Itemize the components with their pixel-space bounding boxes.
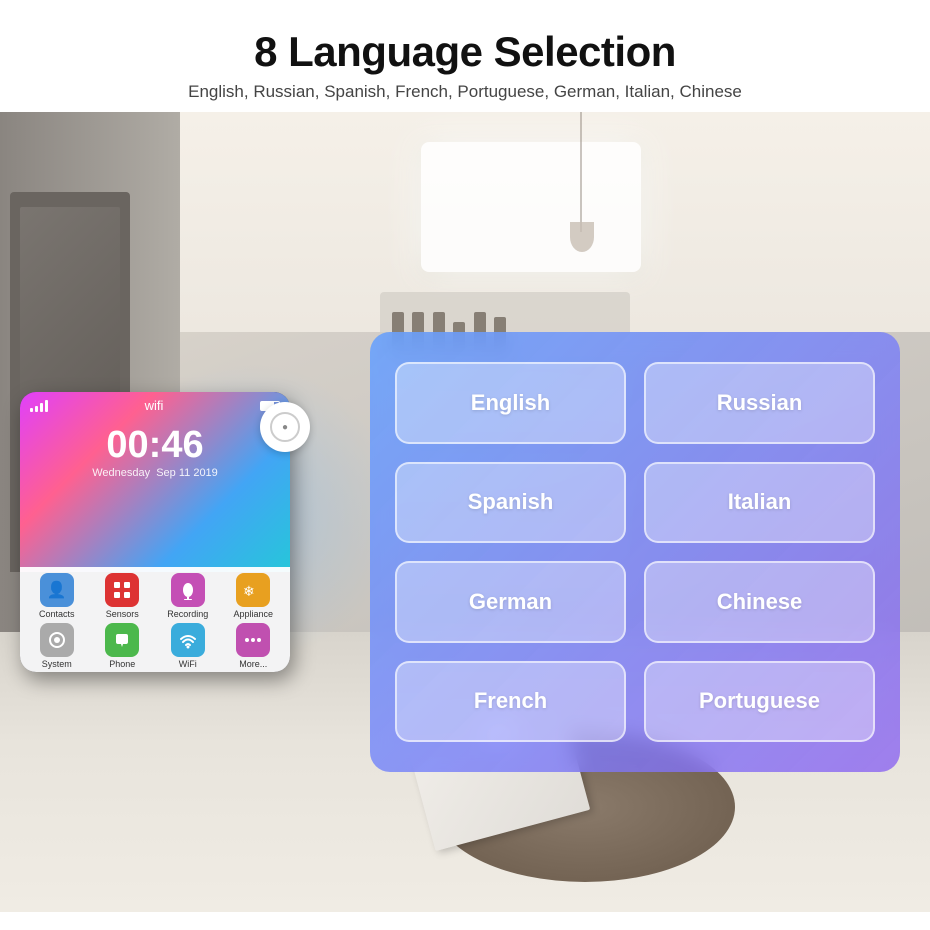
- lang-button-spanish[interactable]: Spanish: [395, 462, 626, 544]
- signal-indicator: [30, 400, 48, 412]
- app-label-wifi: WiFi: [179, 659, 197, 669]
- page-title: 8 Language Selection: [20, 28, 910, 76]
- page-header: 8 Language Selection English, Russian, S…: [0, 0, 930, 112]
- app-item-sensors[interactable]: Sensors: [92, 573, 154, 619]
- lang-button-portuguese[interactable]: Portuguese: [644, 661, 875, 743]
- wifi-icon: wifi: [145, 398, 164, 413]
- device-date: Wednesday Sep 11 2019: [20, 467, 290, 479]
- device-apps-grid: 👤 Contacts Sensors Recording ❄ Appliance Syste…: [20, 567, 290, 672]
- lang-button-french[interactable]: French: [395, 661, 626, 743]
- app-icon-more...: [236, 623, 270, 657]
- lang-button-italian[interactable]: Italian: [644, 462, 875, 544]
- app-label-recording: Recording: [167, 609, 208, 619]
- svg-text:❄: ❄: [243, 583, 255, 599]
- app-label-sensors: Sensors: [106, 609, 139, 619]
- wall-sensor-device: ●: [260, 402, 310, 452]
- app-icon-recording: [171, 573, 205, 607]
- app-item-wifi[interactable]: WiFi: [157, 623, 219, 669]
- lang-button-russian[interactable]: Russian: [644, 362, 875, 444]
- status-bar: wifi: [20, 392, 290, 419]
- lang-button-german[interactable]: German: [395, 561, 626, 643]
- lang-button-chinese[interactable]: Chinese: [644, 561, 875, 643]
- app-item-recording[interactable]: Recording: [157, 573, 219, 619]
- app-item-appliance[interactable]: ❄ Appliance: [223, 573, 285, 619]
- pendant-shade: [570, 222, 594, 252]
- app-label-phone: Phone: [109, 659, 135, 669]
- app-label-system: System: [42, 659, 72, 669]
- lang-button-english[interactable]: English: [395, 362, 626, 444]
- sensor-display: ●: [270, 412, 300, 442]
- app-icon-phone: [105, 623, 139, 657]
- app-icon-sensors: [105, 573, 139, 607]
- pendant-cord: [580, 112, 582, 232]
- app-label-more...: More...: [239, 659, 267, 669]
- scene: wifi 00:46 Wednesday Sep 11 2019 👤 Contac…: [0, 112, 930, 912]
- app-label-appliance: Appliance: [233, 609, 273, 619]
- app-label-contacts: Contacts: [39, 609, 75, 619]
- app-item-phone[interactable]: Phone: [92, 623, 154, 669]
- app-icon-contacts: 👤: [40, 573, 74, 607]
- app-item-more...[interactable]: More...: [223, 623, 285, 669]
- device-screen: wifi 00:46 Wednesday Sep 11 2019: [20, 392, 290, 572]
- app-icon-appliance: ❄: [236, 573, 270, 607]
- smart-home-device: wifi 00:46 Wednesday Sep 11 2019 👤 Contac…: [20, 392, 290, 672]
- page-subtitle: English, Russian, Spanish, French, Portu…: [20, 82, 910, 102]
- ceiling-light-panel: [421, 142, 641, 272]
- device-time: 00:46: [20, 424, 290, 467]
- language-selection-panel: EnglishRussianSpanishItalianGermanChines…: [370, 332, 900, 772]
- app-icon-wifi: [171, 623, 205, 657]
- signal-bar-1: [30, 408, 33, 412]
- app-item-system[interactable]: System: [26, 623, 88, 669]
- app-item-contacts[interactable]: 👤 Contacts: [26, 573, 88, 619]
- signal-bar-2: [35, 406, 38, 412]
- signal-bar-4: [45, 400, 48, 412]
- signal-bar-3: [40, 403, 43, 412]
- app-icon-system: [40, 623, 74, 657]
